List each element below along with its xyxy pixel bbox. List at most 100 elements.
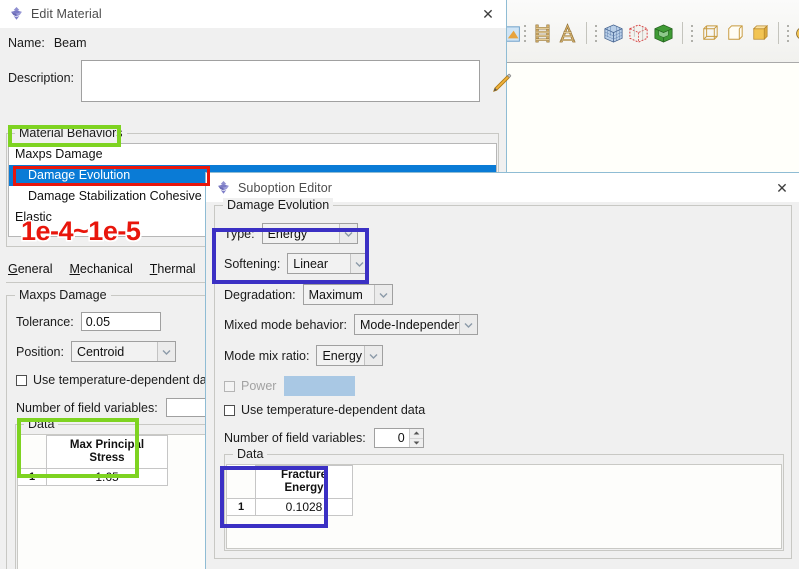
chevron-down-icon[interactable]: [350, 254, 369, 273]
toolbar-partial-icon[interactable]: [505, 23, 521, 43]
chevron-down-icon[interactable]: [373, 285, 392, 304]
tab-general[interactable]: General: [8, 262, 52, 276]
num-field-vars-row: Number of field variables: 0: [16, 398, 218, 417]
position-row: Position: Centroid: [16, 341, 176, 362]
stepper-up-icon[interactable]: [409, 429, 423, 439]
tab-general-mnemonic: G: [8, 262, 18, 276]
damage-evolution-group: Damage Evolution Type: Energy Softening:…: [214, 198, 792, 559]
toolbar-separator: [778, 22, 779, 44]
type-select[interactable]: Energy: [261, 223, 358, 244]
maxps-data-table[interactable]: Max Principal Stress 1 1.65: [18, 435, 168, 486]
position-label: Position:: [16, 344, 64, 359]
power-checkbox[interactable]: [224, 380, 235, 392]
pencil-icon[interactable]: [490, 72, 513, 95]
position-select[interactable]: Centroid: [70, 341, 176, 362]
close-icon[interactable]: ✕: [479, 5, 497, 23]
use-temperature-dependent-checkbox[interactable]: [224, 404, 235, 416]
type-row: Type: Energy: [224, 223, 358, 244]
tab-mechanical[interactable]: Mechanical: [69, 262, 132, 276]
ladder-triangle-icon[interactable]: [556, 22, 579, 45]
degradation-select[interactable]: Maximum: [302, 284, 393, 305]
toolbar-separator: [586, 22, 587, 44]
edit-material-title: Edit Material: [31, 6, 102, 21]
num-field-variables-label: Number of field variables:: [16, 400, 158, 415]
suboption-data-title: Data: [233, 447, 268, 461]
tolerance-input[interactable]: 0.05: [80, 312, 161, 331]
mixed-mode-behavior-select[interactable]: Mode-Independent: [353, 314, 478, 335]
type-label: Type:: [224, 226, 255, 241]
num-field-variables-value[interactable]: 0: [375, 429, 409, 447]
tolerance-row: Tolerance: 0.05: [16, 312, 161, 331]
maxps-damage-title: Maxps Damage: [15, 288, 111, 302]
name-label: Name:: [8, 36, 45, 50]
mode-mix-row: Mode mix ratio: Energy: [224, 345, 384, 366]
behavior-item-maxps-damage[interactable]: Maxps Damage: [9, 144, 496, 165]
row-index: 1: [227, 498, 256, 516]
use-temperature-dependent-checkbox[interactable]: [16, 374, 27, 386]
use-temp-row[interactable]: Use temperature-dependent da: [16, 373, 207, 387]
mesh-cube-blue-icon[interactable]: [602, 22, 625, 45]
tab-general-label: eneral: [17, 262, 53, 276]
name-row: Name: Beam: [8, 36, 95, 50]
close-icon[interactable]: ✕: [773, 179, 791, 197]
tab-mechanical-label: echanical: [79, 262, 133, 276]
chevron-down-icon[interactable]: [364, 346, 383, 365]
shaded-cube-icon[interactable]: [748, 22, 771, 45]
power-label: Power: [241, 379, 277, 393]
column-header-fracture-energy[interactable]: Fracture Energy: [255, 465, 353, 499]
table-header-row: Fracture Energy: [227, 465, 353, 499]
suboption-editor-title: Suboption Editor: [238, 180, 333, 195]
row-index: 1: [18, 468, 47, 486]
power-row: Power: [224, 376, 356, 396]
tolerance-label: Tolerance:: [16, 314, 74, 329]
use-temperature-dependent-label: Use temperature-dependent data: [241, 403, 426, 417]
table-row[interactable]: 1 1.65: [18, 468, 168, 486]
stepper-buttons[interactable]: [408, 429, 423, 447]
tab-thermal[interactable]: Thermal: [150, 262, 196, 276]
abaqus-diamond-icon: [9, 6, 24, 21]
hidden-line-cube-icon[interactable]: [723, 22, 746, 45]
toolbar-separator: [682, 22, 683, 44]
chevron-down-icon[interactable]: [338, 224, 357, 243]
damage-evolution-title: Damage Evolution: [223, 198, 334, 212]
chevron-down-icon[interactable]: [458, 315, 477, 334]
tab-mechanical-mnemonic: M: [69, 262, 80, 276]
description-row: Description:: [8, 60, 513, 102]
mode-mix-ratio-select[interactable]: Energy: [316, 345, 384, 366]
toolbar-grip: [690, 23, 694, 43]
power-input[interactable]: [284, 376, 356, 396]
mesh-cube-red-icon[interactable]: [627, 22, 650, 45]
cell-fracture-energy[interactable]: 0.1028: [255, 498, 353, 516]
stepper-down-icon[interactable]: [409, 438, 423, 447]
suboption-data-table-container[interactable]: Fracture Energy 1 0.1028: [226, 464, 782, 549]
boolean-merge-icon[interactable]: [794, 22, 799, 45]
suboption-data-table[interactable]: Fracture Energy 1 0.1028: [227, 465, 353, 516]
annotation-red-text: 1e-4~1e-5: [21, 216, 141, 246]
use-temp-row[interactable]: Use temperature-dependent data: [224, 403, 425, 417]
cell-max-principal-stress[interactable]: 1.65: [46, 468, 168, 486]
description-input[interactable]: [81, 60, 480, 102]
mixed-mode-behavior-label: Mixed mode behavior:: [224, 317, 347, 332]
description-label: Description:: [8, 71, 74, 85]
softening-select[interactable]: Linear: [287, 253, 370, 274]
row-index-header: [18, 435, 47, 469]
type-value: Energy: [267, 226, 308, 241]
toolbar-grip: [786, 23, 790, 43]
num-field-variables-stepper[interactable]: 0: [373, 428, 424, 448]
column-header-max-principal-stress[interactable]: Max Principal Stress: [46, 435, 168, 469]
degradation-label: Degradation:: [224, 287, 296, 302]
use-temperature-dependent-label: Use temperature-dependent da: [33, 373, 207, 387]
suboption-editor-dialog: Suboption Editor ✕ Damage Evolution Type…: [205, 172, 799, 569]
suboption-data-group: Data Fracture Energy 1 0.1028: [224, 447, 784, 551]
chevron-down-icon[interactable]: [156, 342, 175, 361]
ladder-horizontal-icon[interactable]: [531, 22, 554, 45]
mixed-mode-row: Mixed mode behavior: Mode-Independent: [224, 314, 478, 335]
table-row[interactable]: 1 0.1028: [227, 498, 353, 516]
edit-material-titlebar[interactable]: Edit Material ✕: [0, 0, 506, 28]
material-behaviors-title: Material Behaviors: [15, 126, 127, 140]
wireframe-cube-icon[interactable]: [698, 22, 721, 45]
mesh-cube-green-icon[interactable]: [652, 22, 675, 45]
material-tabs: General Mechanical Thermal: [8, 262, 196, 276]
softening-label: Softening:: [224, 256, 281, 271]
mode-mix-ratio-label: Mode mix ratio:: [224, 348, 310, 363]
